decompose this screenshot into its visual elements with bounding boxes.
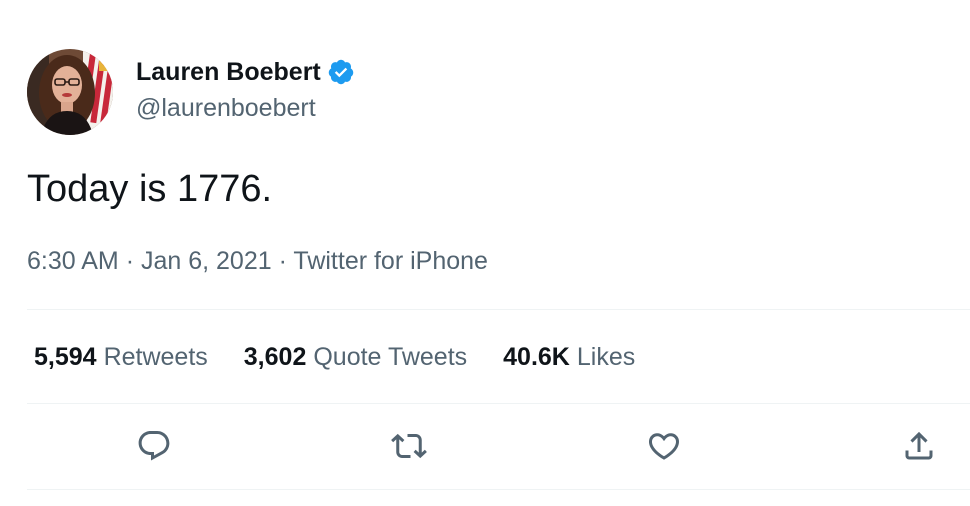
like-button[interactable]: [644, 426, 684, 466]
tweet-text: Today is 1776.: [27, 168, 273, 210]
tweet-timestamp-time[interactable]: 6:30 AM: [27, 247, 119, 275]
retweet-icon: [391, 433, 427, 459]
stat-label: Quote Tweets: [313, 343, 468, 371]
stat-label: Retweets: [103, 343, 208, 371]
divider: [27, 489, 970, 490]
tweet-meta: 6:30 AM · Jan 6, 2021 · Twitter for iPho…: [27, 244, 488, 278]
stat-likes[interactable]: 40.6K Likes: [503, 339, 635, 375]
stat-retweets[interactable]: 5,594 Retweets: [34, 339, 208, 375]
share-button[interactable]: [899, 426, 939, 466]
stat-value: 5,594: [34, 343, 97, 371]
share-icon: [905, 431, 933, 460]
like-icon: [648, 433, 680, 460]
divider: [27, 309, 970, 310]
verified-badge-icon: [327, 58, 355, 86]
retweet-button[interactable]: [389, 426, 429, 466]
stat-quote-tweets[interactable]: 3,602 Quote Tweets: [244, 339, 467, 375]
reply-icon: [138, 431, 170, 461]
avatar[interactable]: [27, 49, 113, 135]
author-handle[interactable]: @laurenboebert: [136, 92, 316, 124]
reply-button[interactable]: [134, 426, 174, 466]
tweet-timestamp-date[interactable]: Jan 6, 2021: [141, 247, 272, 275]
meta-separator: ·: [125, 247, 135, 275]
stat-label: Likes: [576, 343, 636, 371]
tweet-stats: 5,594 Retweets 3,602 Quote Tweets 40.6K …: [34, 339, 635, 375]
profile-photo-icon: [27, 49, 113, 135]
tweet-card: Lauren Boebert @laurenboebert Today is 1…: [0, 0, 970, 506]
author-name-row: Lauren Boebert: [136, 56, 355, 88]
display-name[interactable]: Lauren Boebert: [136, 56, 321, 88]
divider: [27, 403, 970, 404]
tweet-source[interactable]: Twitter for iPhone: [293, 247, 488, 275]
stat-value: 40.6K: [503, 343, 570, 371]
stat-value: 3,602: [243, 343, 307, 371]
meta-separator: ·: [278, 247, 287, 275]
